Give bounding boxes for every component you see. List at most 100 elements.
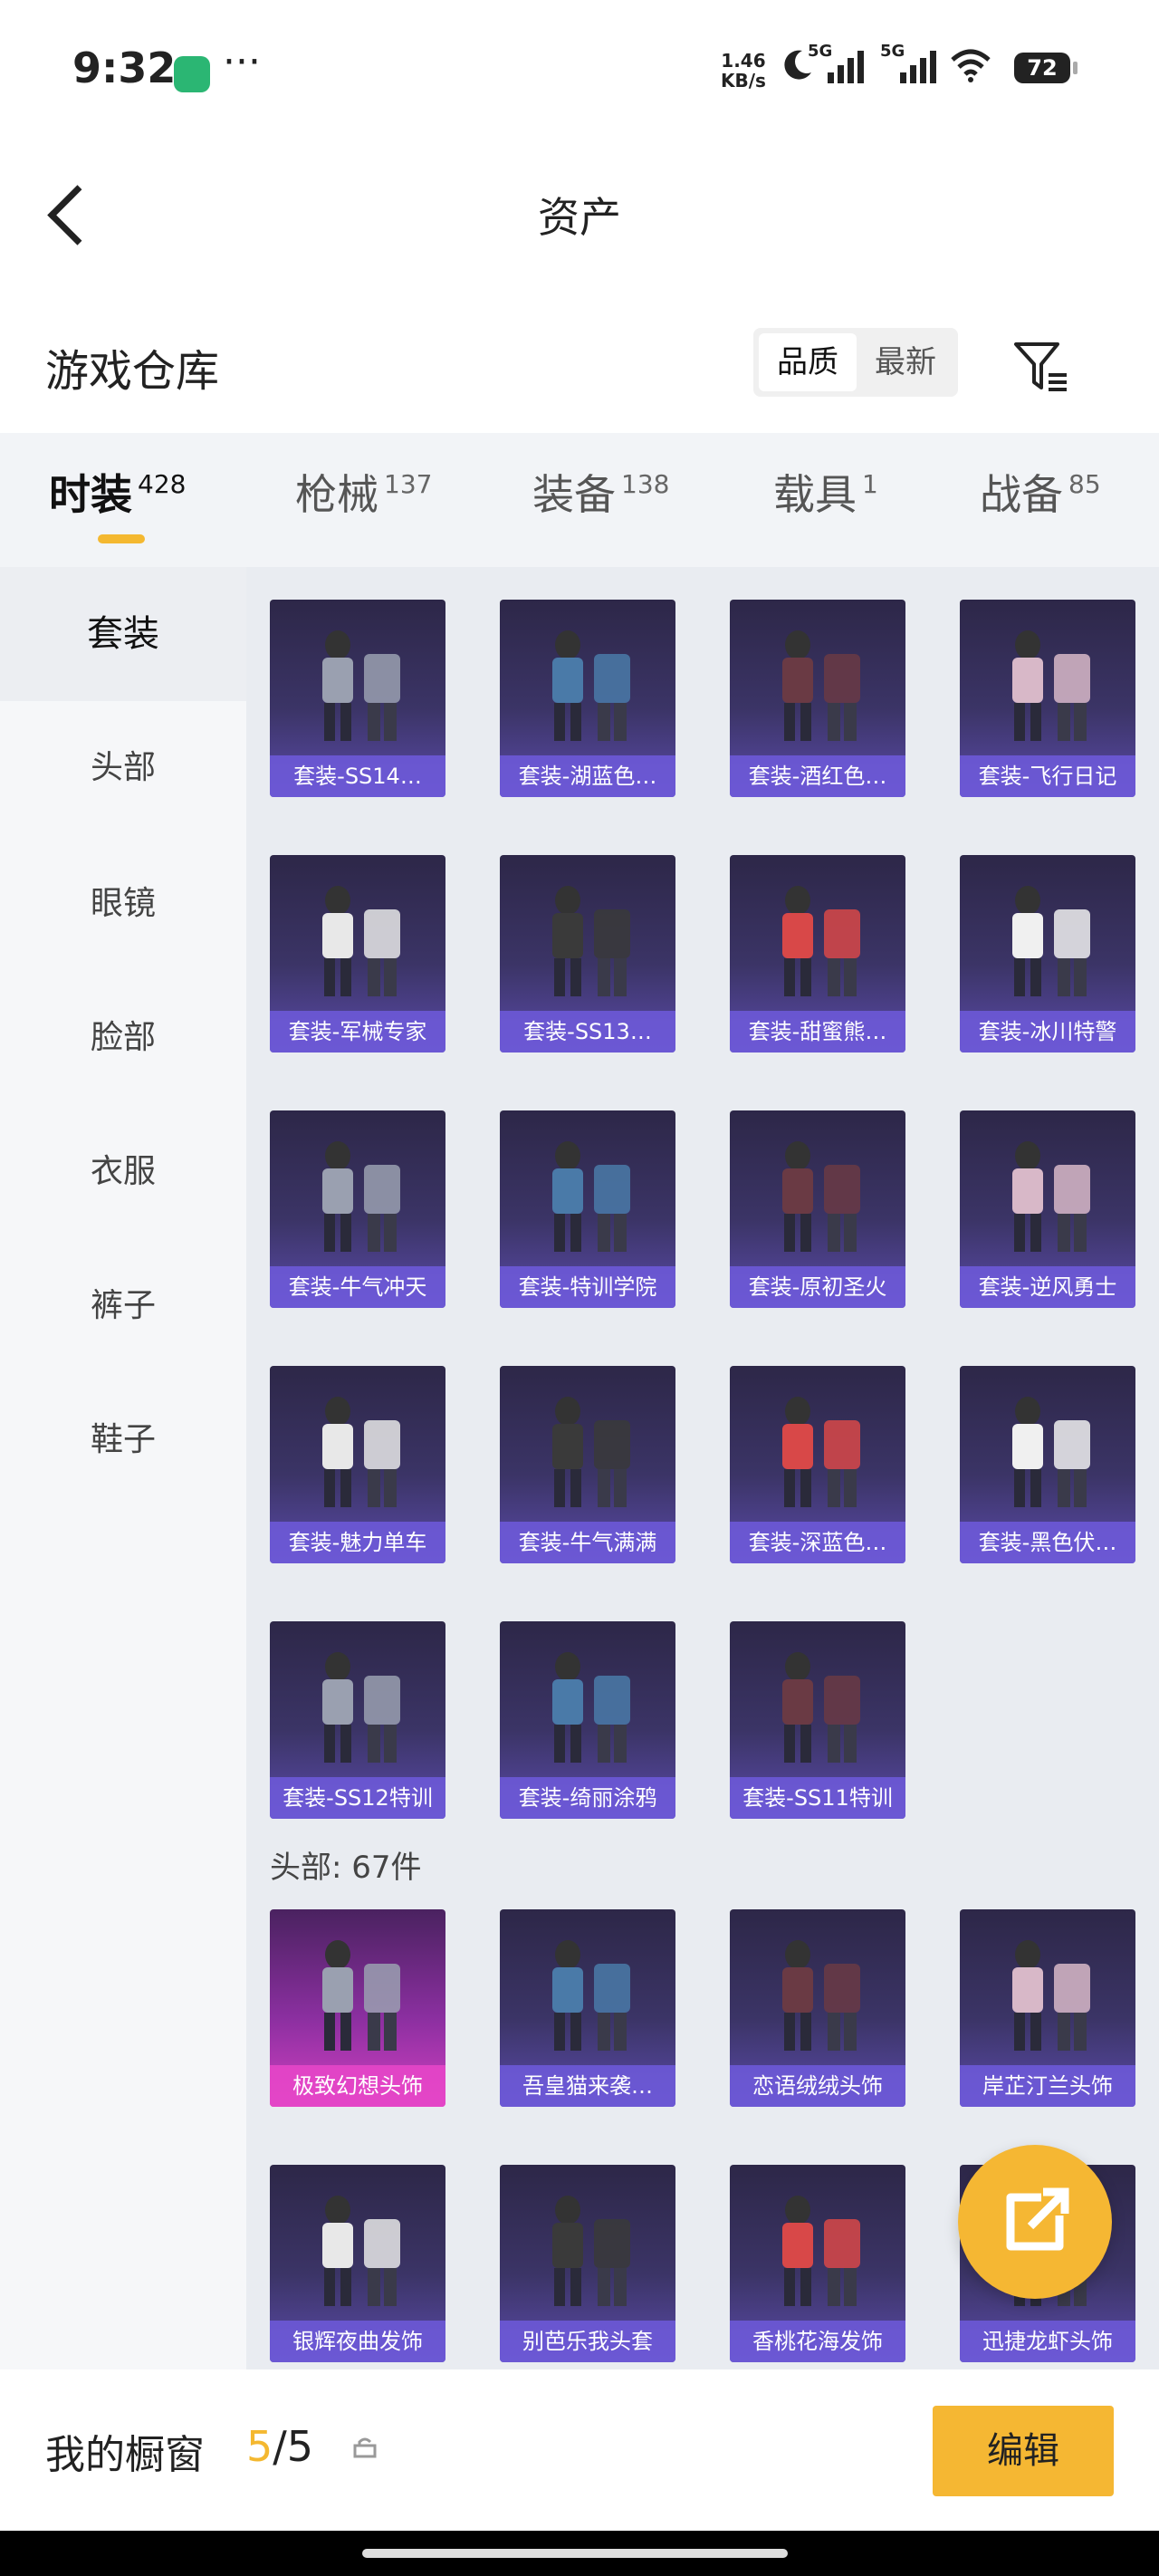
item-image [552,1940,630,2051]
item-image [552,1141,630,1252]
item-image [782,1141,860,1252]
item-name: 套装-牛气冲天 [270,1266,445,1308]
page-header: 资产 [0,145,1159,281]
item-image [782,1652,860,1763]
tab-equipment[interactable]: 装备 138 [532,462,669,522]
suit-card[interactable]: 套装-黑色伏… [960,1366,1135,1563]
item-name: 套装-原初圣火 [730,1266,905,1308]
tab-label: 时装 [49,470,132,519]
wifi-icon [951,49,991,82]
sidebar-item-head[interactable]: 头部 [0,701,246,835]
head-item-card[interactable]: 吾皇猫来袭… [500,1909,675,2107]
sort-quality-button[interactable]: 品质 [759,333,857,391]
suit-card[interactable]: 套装-绮丽涂鸦 [500,1621,675,1819]
item-image [1012,1397,1090,1507]
warehouse-title: 游戏仓库 [45,346,220,397]
edit-button[interactable]: 编辑 [933,2406,1114,2496]
subcategory-sidebar: 套装 头部 眼镜 脸部 衣服 裤子 鞋子 [0,567,246,2369]
more-notifications-icon: ··· [223,39,261,85]
share-button[interactable] [958,2145,1112,2299]
wechat-icon [174,56,210,92]
filter-icon[interactable] [1012,337,1070,395]
sort-newest-button[interactable]: 最新 [857,333,954,391]
suit-card[interactable]: 套装-牛气满满 [500,1366,675,1563]
tab-count: 428 [138,469,187,499]
suit-card[interactable]: 套装-SS13… [500,855,675,1053]
lock-icon [353,2437,377,2458]
head-item-card[interactable]: 银辉夜曲发饰 [270,2165,445,2362]
showcase-count: 5/5 [246,2422,313,2471]
item-name: 香桃花海发饰 [730,2321,905,2362]
tab-vehicles[interactable]: 载具 1 [773,462,878,522]
suit-card[interactable]: 套装-冰川特警 [960,855,1135,1053]
tab-weapons[interactable]: 枪械 137 [295,462,432,522]
home-indicator[interactable] [362,2549,788,2558]
head-item-card[interactable]: 别芭乐我头套 [500,2165,675,2362]
tab-label: 战备 [980,470,1063,519]
item-name: 套装-军械专家 [270,1011,445,1053]
item-name: 套装-SS13… [500,1011,675,1053]
head-item-card[interactable]: 香桃花海发饰 [730,2165,905,2362]
item-image [782,630,860,741]
sidebar-item-suit[interactable]: 套装 [0,567,246,701]
suit-card[interactable]: 套装-酒红色… [730,600,905,797]
system-nav-bar [0,2531,1159,2576]
suit-card[interactable]: 套装-原初圣火 [730,1110,905,1308]
item-name: 套装-湖蓝色… [500,755,675,797]
sim1-label: 5G [808,42,833,61]
item-image [782,1940,860,2051]
item-name: 套装-SS11特训 [730,1777,905,1819]
sidebar-item-shoes[interactable]: 鞋子 [0,1373,246,1507]
tab-label: 枪械 [295,470,378,519]
head-item-card[interactable]: 岸芷汀兰头饰 [960,1909,1135,2107]
suit-card[interactable]: 套装-湖蓝色… [500,600,675,797]
head-item-card[interactable]: 极致幻想头饰 [270,1909,445,2107]
sidebar-item-clothes[interactable]: 衣服 [0,1105,246,1239]
item-image [782,1397,860,1507]
tab-battle-gear[interactable]: 战备 85 [980,462,1101,522]
sidebar-item-pants[interactable]: 裤子 [0,1239,246,1373]
item-image [552,1652,630,1763]
item-image [552,2196,630,2306]
item-image [552,886,630,996]
showcase-label: 我的橱窗 [45,2432,205,2478]
tab-count: 138 [621,469,670,499]
network-speed: 1.46 KB/s [721,51,766,91]
suit-card[interactable]: 套装-SS12特训 [270,1621,445,1819]
suit-card[interactable]: 套装-甜蜜熊… [730,855,905,1053]
suit-card[interactable]: 套装-牛气冲天 [270,1110,445,1308]
tab-count: 137 [384,469,433,499]
suit-card[interactable]: 套装-魅力单车 [270,1366,445,1563]
suit-card[interactable]: 套装-SS14… [270,600,445,797]
sidebar-item-glasses[interactable]: 眼镜 [0,837,246,971]
item-name: 恋语绒绒头饰 [730,2065,905,2107]
sort-toggle: 品质 最新 [753,328,958,397]
signal-icon-sim1: 5G [808,42,864,83]
item-grid: 套装-SS14… 套装-湖蓝色… 套装-酒红色… 套装-飞行日记 套装-军械专家 套装-S… [246,567,1159,2369]
suit-card[interactable]: 套装-特训学院 [500,1110,675,1308]
item-name: 套装-特训学院 [500,1266,675,1308]
showcase-bar: 我的橱窗 5/5 编辑 [0,2369,1159,2531]
item-name: 岸芷汀兰头饰 [960,2065,1135,2107]
item-name: 套装-甜蜜熊… [730,1011,905,1053]
external-link-icon [1006,2187,1069,2251]
battery-icon: 72 [1014,53,1078,83]
tab-fashion[interactable]: 时装 428 [49,462,186,522]
suit-card[interactable]: 套装-军械专家 [270,855,445,1053]
item-name: 套装-绮丽涂鸦 [500,1777,675,1819]
item-image [322,886,400,996]
sidebar-item-face[interactable]: 脸部 [0,971,246,1105]
item-name: 迅捷龙虾头饰 [960,2321,1135,2362]
item-image [322,1940,400,2051]
item-name: 套装-酒红色… [730,755,905,797]
sim2-label: 5G [880,42,905,61]
suit-card[interactable]: 套装-逆风勇士 [960,1110,1135,1308]
head-item-card[interactable]: 恋语绒绒头饰 [730,1909,905,2107]
item-image [782,2196,860,2306]
item-name: 套装-飞行日记 [960,755,1135,797]
suit-card[interactable]: 套装-深蓝色… [730,1366,905,1563]
suit-card[interactable]: 套装-飞行日记 [960,600,1135,797]
suit-card[interactable]: 套装-SS11特训 [730,1621,905,1819]
item-name: 银辉夜曲发饰 [270,2321,445,2362]
item-name: 别芭乐我头套 [500,2321,675,2362]
